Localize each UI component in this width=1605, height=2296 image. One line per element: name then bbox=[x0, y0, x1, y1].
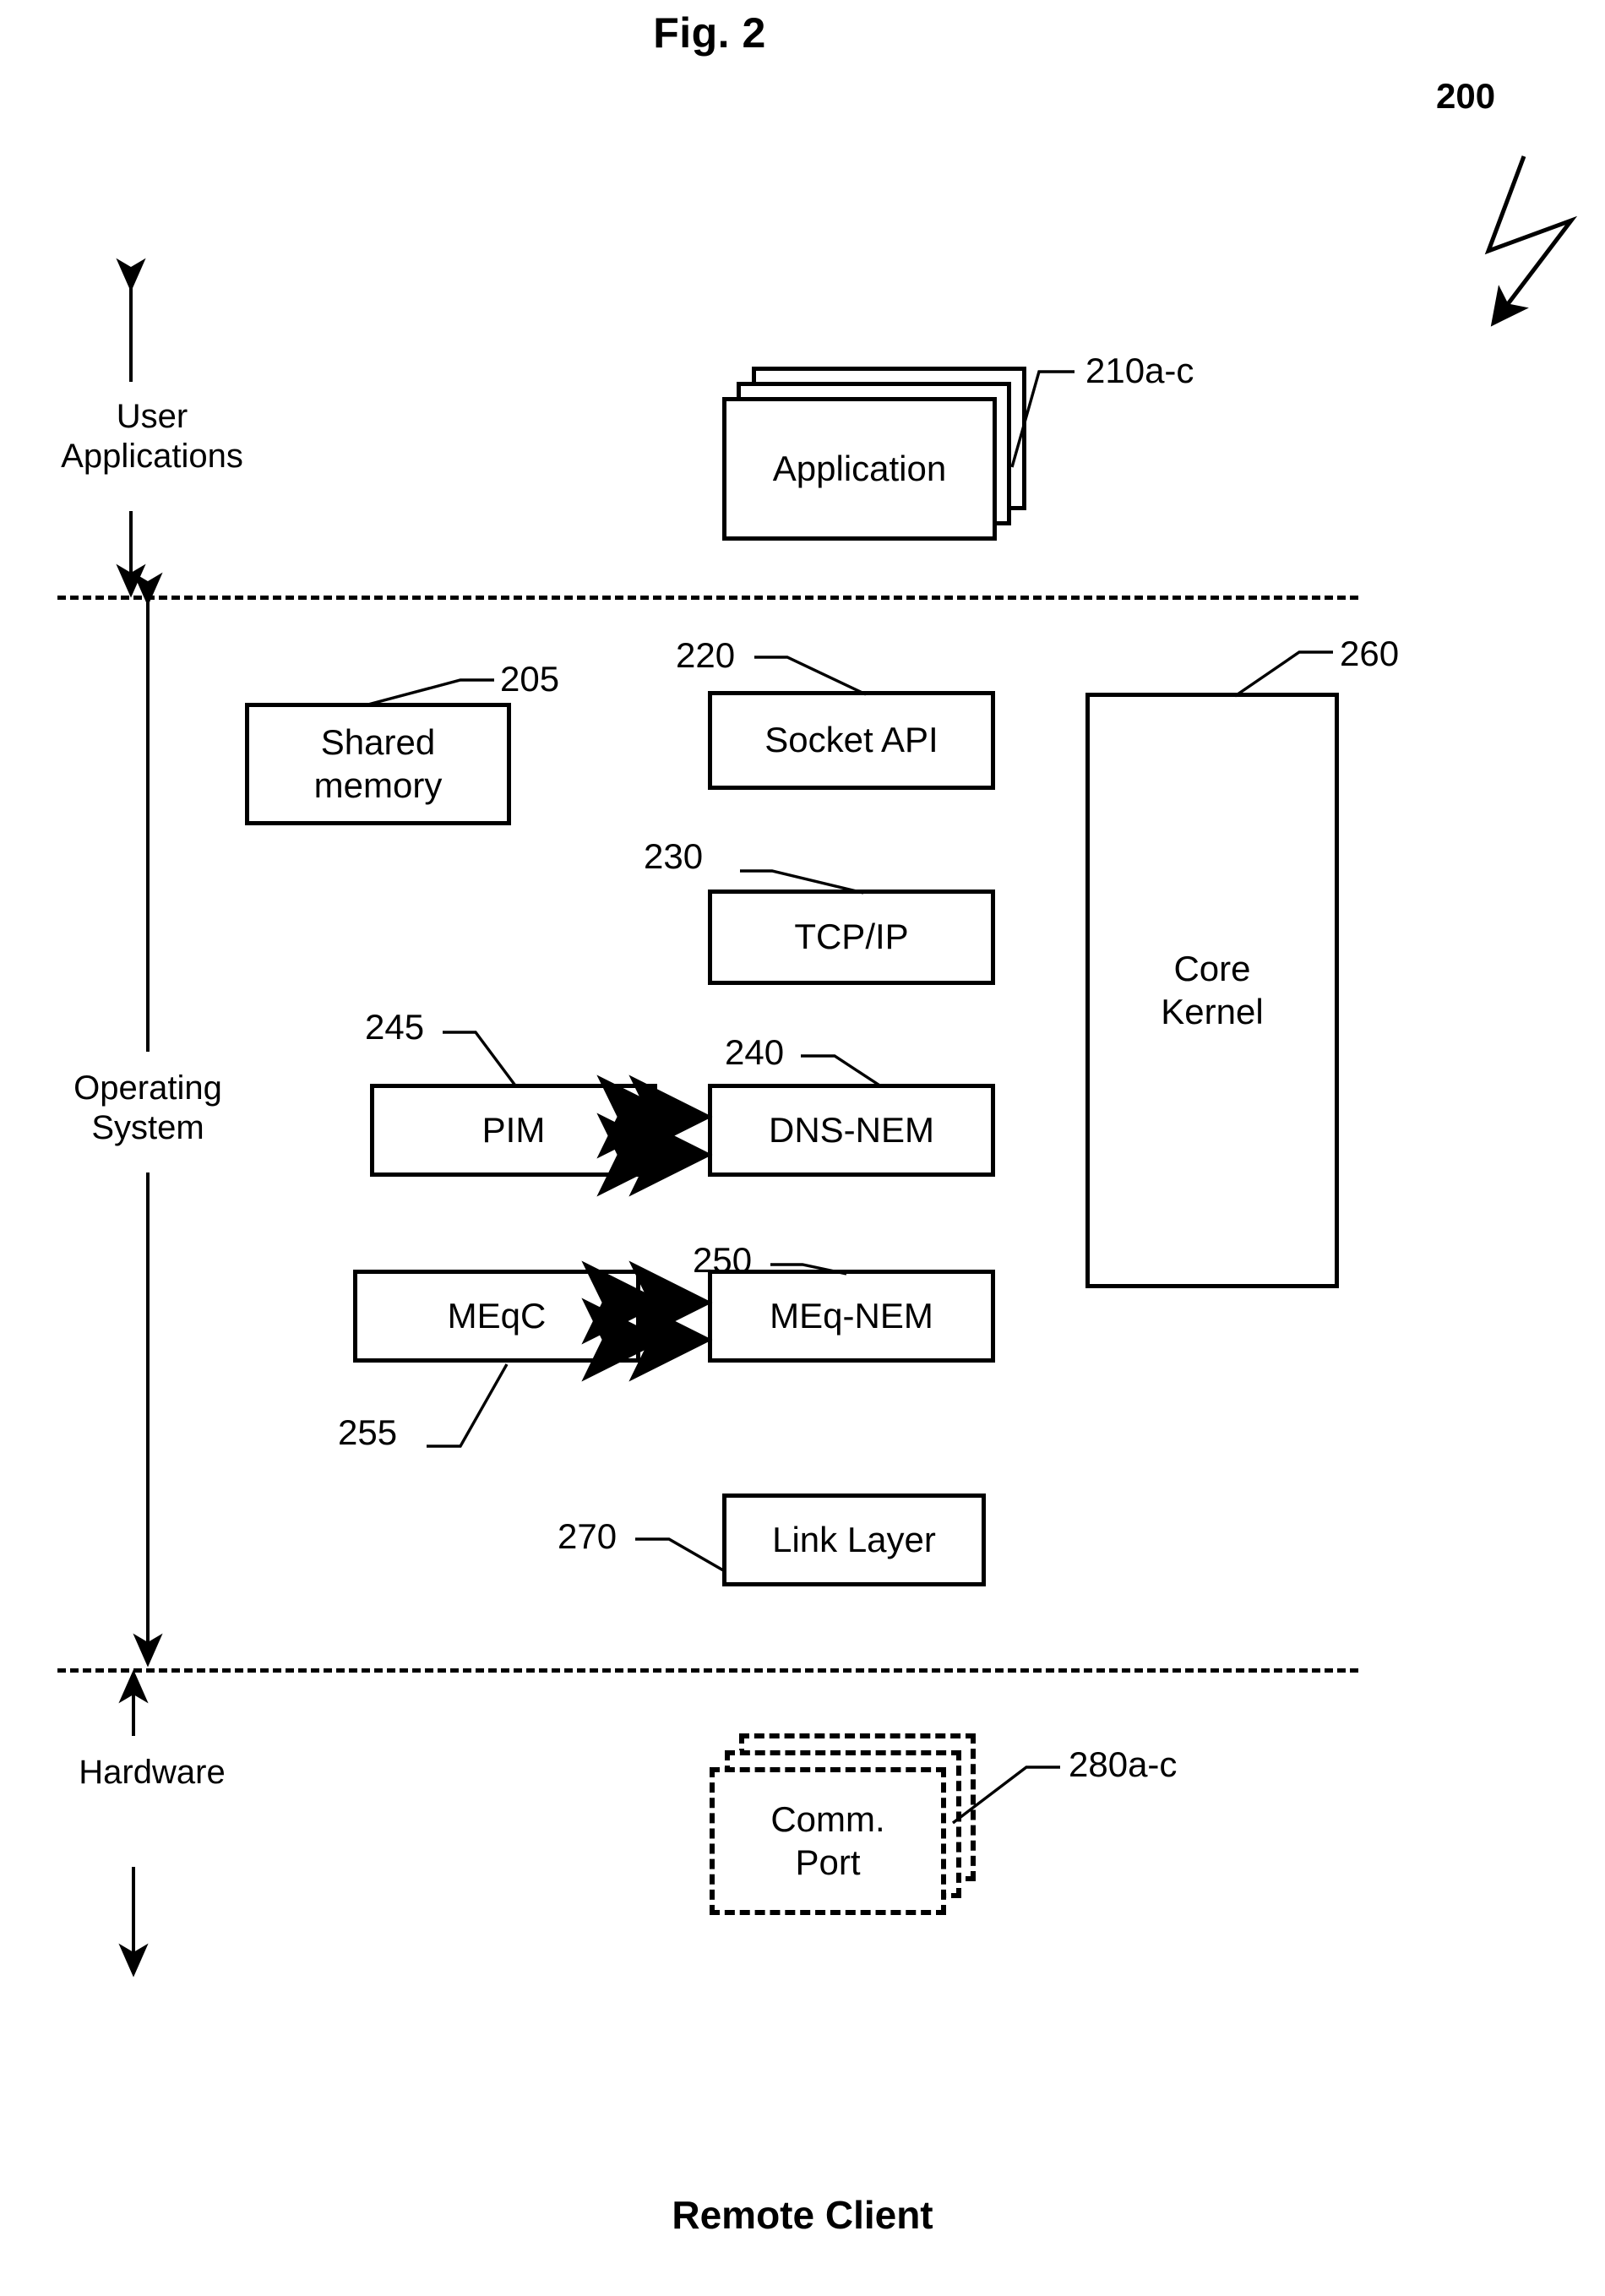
meq-nem-box[interactable]: MEq-NEM bbox=[708, 1270, 995, 1363]
application-box[interactable]: Application bbox=[722, 397, 997, 541]
divider-user-os bbox=[57, 596, 1358, 600]
figure-title-text: Fig. 2 bbox=[653, 9, 766, 57]
leader-line-255 bbox=[427, 1363, 509, 1448]
comm-port-label: Comm. Port bbox=[770, 1799, 885, 1882]
layer-label-user-applications: User Applications bbox=[61, 398, 243, 476]
meqc-label: MEqC bbox=[447, 1295, 547, 1336]
layer-label-operating-system: Operating System bbox=[73, 1069, 222, 1147]
link-layer-box[interactable]: Link Layer bbox=[722, 1493, 986, 1586]
pim-box[interactable]: PIM bbox=[370, 1084, 657, 1177]
application-label: Application bbox=[772, 448, 947, 488]
ref-210a-c: 210a-c bbox=[1085, 351, 1194, 390]
tcp-ip-box[interactable]: TCP/IP bbox=[708, 890, 995, 985]
socket-api-label: Socket API bbox=[764, 720, 939, 760]
leader-line-245 bbox=[443, 1031, 517, 1087]
leader-line-260 bbox=[1234, 650, 1333, 698]
meqc-box[interactable]: MEqC bbox=[353, 1270, 640, 1363]
pim-label: PIM bbox=[482, 1109, 546, 1150]
figure-caption: Remote Client bbox=[672, 2193, 933, 2237]
meq-nem-label: MEq-NEM bbox=[770, 1295, 933, 1336]
link-layer-label: Link Layer bbox=[772, 1519, 936, 1559]
ref-220: 220 bbox=[676, 635, 736, 675]
ref-260: 260 bbox=[1340, 634, 1400, 673]
core-kernel-label: Core Kernel bbox=[1161, 949, 1264, 1031]
ref-245: 245 bbox=[365, 1007, 425, 1047]
reference-200-leader-arrow bbox=[1484, 155, 1578, 327]
core-kernel-box[interactable]: Core Kernel bbox=[1085, 693, 1339, 1288]
leader-line-240 bbox=[801, 1054, 882, 1088]
shared-memory-box[interactable]: Shared memory bbox=[245, 703, 511, 825]
shared-memory-label: Shared memory bbox=[313, 722, 443, 805]
figure-canvas: Fig. 2 200 User Applications Operating S… bbox=[0, 0, 1605, 2296]
leader-line-205 bbox=[364, 678, 494, 707]
ref-240: 240 bbox=[725, 1032, 785, 1072]
ref-230: 230 bbox=[644, 836, 704, 876]
tcp-ip-label: TCP/IP bbox=[794, 917, 909, 957]
leader-line-270 bbox=[635, 1537, 726, 1573]
layer-label-hardware: Hardware bbox=[79, 1754, 226, 1791]
socket-api-box[interactable]: Socket API bbox=[708, 691, 995, 790]
figure-reference-numeral: 200 bbox=[1436, 76, 1496, 116]
ref-255: 255 bbox=[338, 1412, 398, 1452]
dns-nem-label: DNS-NEM bbox=[769, 1109, 934, 1150]
ref-205: 205 bbox=[500, 659, 560, 699]
ref-280a-c: 280a-c bbox=[1069, 1744, 1178, 1784]
dns-nem-box[interactable]: DNS-NEM bbox=[708, 1084, 995, 1177]
ref-270: 270 bbox=[558, 1516, 618, 1556]
divider-os-hardware bbox=[57, 1668, 1358, 1673]
leader-line-220 bbox=[754, 656, 867, 696]
comm-port-box[interactable]: Comm. Port bbox=[710, 1767, 946, 1915]
ref-250: 250 bbox=[693, 1240, 753, 1280]
figure-title: Fig. 2 bbox=[0, 8, 1605, 57]
